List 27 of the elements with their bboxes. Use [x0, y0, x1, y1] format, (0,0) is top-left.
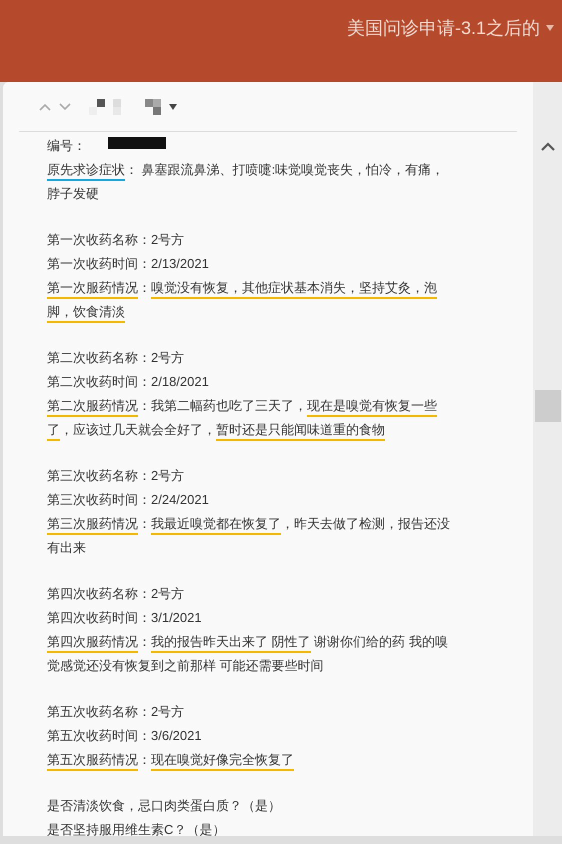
note-text: 第三次服药情况：我最近嗅觉都在恢复了，昨天去做了检测，报告还没有出来 [47, 515, 451, 557]
note-text: 第五次收药名称：2号方 [47, 703, 186, 721]
note-text: 第五次收药时间：3/6/2021 [47, 727, 203, 745]
scrollbar[interactable] [533, 82, 562, 836]
notebook-title[interactable]: 美国问诊申请-3.1之后的 [346, 15, 540, 41]
caret-icon[interactable] [169, 104, 177, 110]
note-text: 原先求诊症状： 鼻塞跟流鼻涕、打喷嚏:味觉嗅觉丧失，怕冷，有痛，脖子发硬 [47, 161, 446, 203]
note-text: 第四次服药情况：我的报告昨天出来了 阴性了 谢谢你们给的药 我的嗅觉感觉还没有恢复到之前那样 可能还需要些时间 [47, 633, 449, 675]
note-text: 第二次服药情况：我第二幅药也吃了三天了，现在是嗅觉有恢复一些了，应该过几天就会全好了，暂时还是只能闻味道重的食物 [47, 394, 452, 442]
note-text: 第五次服药情况：现在嗅觉好像完全恢复了 [47, 748, 452, 772]
chevron-down-icon[interactable] [59, 102, 71, 110]
scroll-thumb[interactable] [534, 390, 560, 422]
note-text: 第一次收药名称：2号方 [47, 231, 186, 249]
note-text: 第一次收药时间：2/13/2021 [47, 255, 210, 273]
note-text: 第四次收药时间：3/1/2021 [47, 609, 203, 627]
note-text: 第三次收药时间：2/24/2021 [47, 491, 210, 509]
note-text: 编号： [47, 137, 86, 155]
chevron-up-icon[interactable] [39, 102, 51, 110]
note-text: 第三次收药名称：2号方 [47, 467, 186, 485]
note-text: 第二次收药时间：2/18/2021 [47, 373, 210, 391]
note-text: 第二次收药名称：2号方 [47, 349, 186, 367]
note-text: 第四次收药名称：2号方 [47, 585, 186, 603]
note-text: 是否清淡饮食，忌口肉类蛋白质？（是） [47, 797, 282, 815]
scroll-up-icon[interactable] [540, 142, 554, 152]
note-text: 是否坚持服用维生素C？（是） [47, 821, 226, 836]
note-text: 第一次服药情况：嗅觉没有恢复，其他症状基本消失，坚持艾灸，泡脚，饮食清淡 [47, 276, 452, 324]
pixelated-name-icon [89, 98, 161, 114]
